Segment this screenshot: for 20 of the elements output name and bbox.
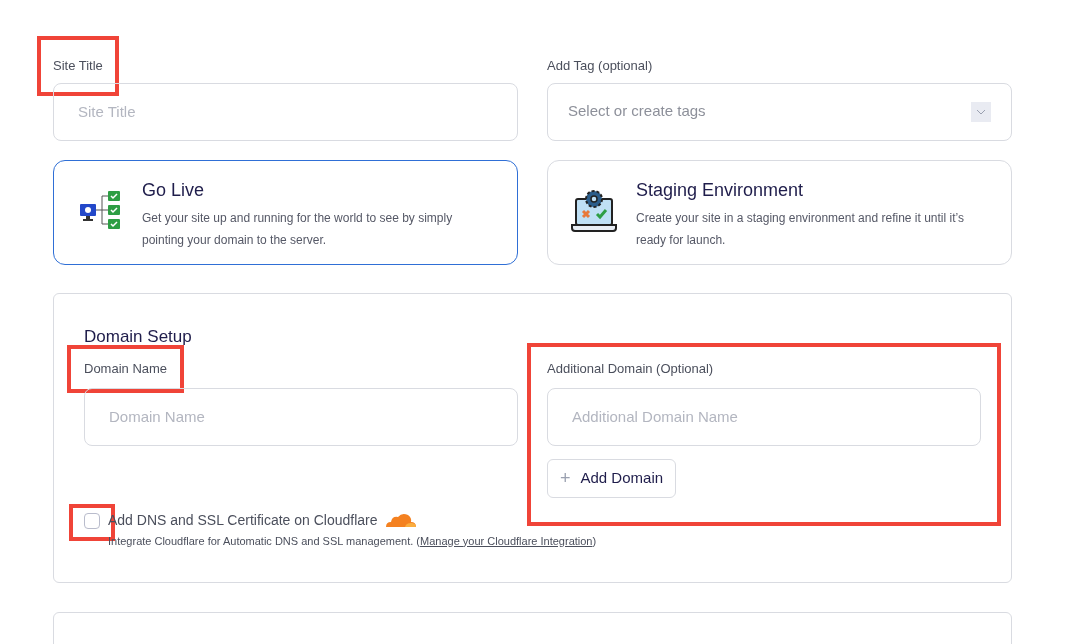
text-input-field[interactable]: Site Title: [53, 82, 518, 141]
text-input-field[interactable]: Additional Domain Name: [547, 387, 981, 446]
option-description: Create your site in a staging environment and refine it until it’s ready for launch.: [636, 209, 965, 249]
option-title: Staging Environment: [636, 178, 805, 202]
section-title: Domain Setup: [84, 326, 192, 346]
option-description: Get your site up and running for the world to see by simply pointing your domain to the server.: [142, 209, 454, 249]
field-label: Additional Domain (Optional): [547, 360, 714, 378]
field-label: Site Title: [53, 57, 103, 75]
chevron-down-icon: [971, 101, 991, 122]
checkbox[interactable]: [84, 512, 100, 529]
help-text: Integrate Cloudflare for Automatic DNS and SSL management. (Manage your Cloudflare Integration): [108, 533, 597, 549]
text-input-field[interactable]: Domain Name: [84, 387, 518, 446]
option-title: Go Live: [142, 178, 206, 202]
add-domain-button[interactable]: + Add Domain: [547, 458, 677, 498]
cloud-icon: [383, 512, 418, 528]
deploy-option-card[interactable]: Staging Environment Create your site in a staging environment and refine it until it’s ready for launch.: [547, 159, 1012, 265]
manage-integration-link[interactable]: Manage your Cloudflare Integration: [420, 534, 593, 547]
field-label: Add Tag (optional): [547, 57, 653, 75]
field-label: Domain Name: [84, 360, 168, 378]
deploy-option-card[interactable]: Go Live Get your site up and running for the world to see by simply pointing your domain to the server.: [53, 159, 518, 265]
